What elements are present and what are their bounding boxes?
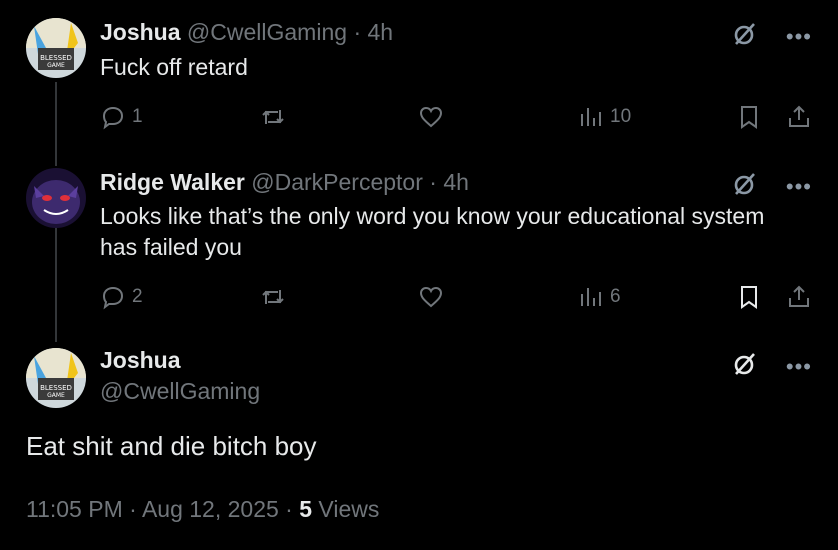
tweet-text: Eat shit and die bitch boy [26,431,317,461]
avatar[interactable]: BLESSED GAME [26,348,86,408]
tweet-header: Joshua @CwellGaming · 4h [100,18,393,46]
views-count: 6 [610,286,621,307]
svg-text:BLESSED: BLESSED [40,54,72,62]
svg-text:GAME: GAME [47,62,65,69]
tweet-top-icons: ••• [730,170,812,203]
grok-icon[interactable] [730,170,758,203]
handle[interactable]: @CwellGaming [100,378,260,405]
tweet-text: Fuck off retard [100,54,248,80]
bookmark-icon [741,106,757,129]
handle[interactable]: @DarkPerceptor [251,169,423,195]
like-button[interactable] [418,282,444,312]
tweet-time[interactable]: 11:05 PM [26,496,123,522]
bookmark-button[interactable] [736,282,762,312]
more-icon[interactable]: ••• [786,25,812,47]
like-icon [419,286,443,308]
handle[interactable]: @CwellGaming [187,19,347,45]
display-name[interactable]: Joshua [100,19,181,45]
separator: · [429,169,437,195]
reply-count: 1 [132,106,143,127]
like-icon [419,106,443,128]
views-label: Views [318,496,380,522]
svg-text:GAME: GAME [47,392,65,399]
bookmark-icon [741,286,757,309]
avatar[interactable]: BLESSED GAME [26,18,86,78]
separator: · [285,496,293,522]
views-count: 5 [299,496,313,522]
share-button[interactable] [786,282,812,312]
grok-icon[interactable] [730,20,758,53]
repost-icon [262,110,284,124]
like-button[interactable] [418,102,444,132]
tweet-text: Looks like that’s the only word you know… [100,201,764,263]
display-name[interactable]: Joshua [100,347,181,374]
timestamp[interactable]: 4h [443,169,469,195]
reply-button[interactable]: 1 [100,102,143,132]
more-icon[interactable]: ••• [786,175,812,197]
reply-button[interactable]: 2 [100,282,143,312]
thread-line [55,228,57,342]
tweet-meta: 11:05 PM · Aug 12, 2025 · 5 Views [26,496,379,523]
tweet-top-icons: ••• [730,20,812,53]
display-name[interactable]: Ridge Walker [100,169,245,195]
grok-icon[interactable] [730,350,758,383]
svg-text:BLESSED: BLESSED [40,384,72,392]
share-icon [789,105,809,127]
repost-button[interactable] [260,102,286,132]
tweet-actions: 2 6 [100,282,820,312]
tweet-actions: 1 10 [100,102,820,132]
timestamp[interactable]: 4h [368,19,394,45]
views-count: 10 [610,106,632,127]
avatar[interactable] [26,168,86,228]
bookmark-button[interactable] [736,102,762,132]
reply-icon [102,106,124,130]
repost-icon [262,290,284,304]
separator: · [129,496,137,522]
share-icon [789,285,809,307]
more-icon[interactable]: ••• [786,355,812,377]
thread-line [55,82,57,166]
tweet-text-line: has failed you [100,234,242,260]
tweet-text-line: Looks like that’s the only word you know… [100,203,765,229]
tweet-top-icons: ••• [730,350,812,383]
views-icon [581,108,601,126]
reply-count: 2 [132,286,143,307]
views-button[interactable]: 10 [578,102,631,132]
views-button[interactable]: 6 [578,282,621,312]
reply-icon [102,286,124,310]
tweet-header: Ridge Walker @DarkPerceptor · 4h [100,168,469,196]
separator: · [353,19,362,45]
tweet-date[interactable]: Aug 12, 2025 [142,496,279,522]
views-icon [581,288,601,306]
repost-button[interactable] [260,282,286,312]
share-button[interactable] [786,102,812,132]
